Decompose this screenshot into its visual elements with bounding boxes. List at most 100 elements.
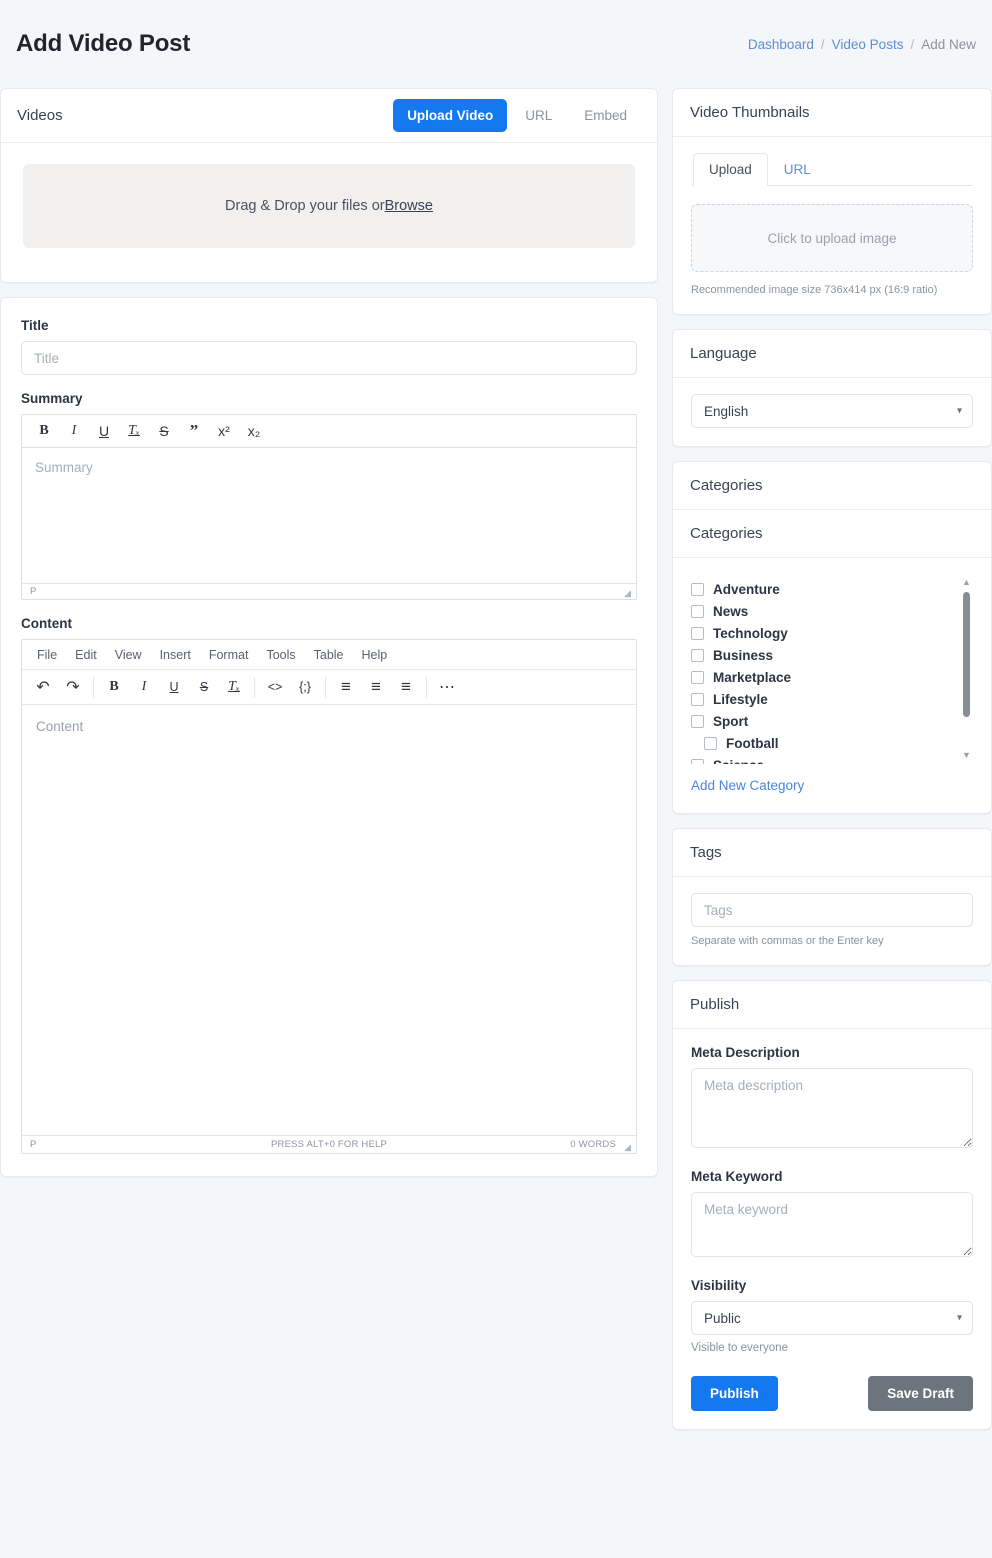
spacer	[691, 1153, 973, 1169]
underline-icon[interactable]: U	[90, 419, 118, 443]
tags-input[interactable]	[691, 893, 973, 927]
toolbar-separator	[325, 677, 326, 698]
publish-button[interactable]: Publish	[691, 1376, 778, 1411]
resize-handle-icon[interactable]: ◢	[624, 588, 634, 598]
content-input[interactable]: Content	[22, 705, 636, 1135]
scroll-down-icon[interactable]: ▼	[962, 751, 971, 760]
checkbox-icon[interactable]	[691, 605, 704, 618]
category-item-sport[interactable]: Sport	[691, 710, 973, 732]
category-item-adventure[interactable]: Adventure	[691, 578, 973, 600]
menu-insert[interactable]: Insert	[151, 645, 200, 665]
tab-thumbnail-upload[interactable]: Upload	[693, 153, 768, 186]
add-new-category-link[interactable]: Add New Category	[691, 778, 804, 793]
menu-view[interactable]: View	[106, 645, 151, 665]
language-select[interactable]: English	[691, 394, 973, 428]
publish-card: Publish Meta Description Meta Keyword Vi…	[672, 980, 992, 1430]
toolbar-separator	[93, 677, 94, 698]
title-label: Title	[21, 318, 637, 333]
remove-format-icon[interactable]: Tₓ	[120, 419, 148, 443]
undo-icon[interactable]: ↶	[28, 675, 58, 700]
more-options-icon[interactable]: ⋯	[432, 675, 462, 700]
meta-keyword-input[interactable]	[691, 1192, 973, 1257]
category-item-news[interactable]: News	[691, 600, 973, 622]
summary-editor-toolbar: B I U Tₓ S ” x² x₂	[22, 415, 636, 448]
category-item-technology[interactable]: Technology	[691, 622, 973, 644]
tab-thumbnail-url[interactable]: URL	[768, 153, 827, 186]
video-dropzone[interactable]: Drag & Drop your files or Browse	[23, 164, 635, 248]
checkbox-icon[interactable]	[691, 715, 704, 728]
checkbox-icon[interactable]	[691, 627, 704, 640]
visibility-select-wrapper: Public ▾	[691, 1301, 973, 1335]
thumbnail-source-tabs: Upload URL	[691, 153, 973, 186]
underline-icon[interactable]: U	[159, 675, 189, 700]
summary-input[interactable]: Summary	[22, 448, 636, 583]
align-center-icon[interactable]: ≡	[361, 675, 391, 700]
summary-editor: B I U Tₓ S ” x² x₂ Summary P ◢	[21, 414, 637, 600]
tab-upload-video[interactable]: Upload Video	[393, 99, 507, 132]
save-draft-button[interactable]: Save Draft	[868, 1376, 973, 1411]
menu-file[interactable]: File	[28, 645, 66, 665]
tags-body: Separate with commas or the Enter key	[673, 877, 991, 965]
menu-edit[interactable]: Edit	[66, 645, 106, 665]
resize-handle-icon[interactable]: ◢	[624, 1142, 634, 1152]
menu-table[interactable]: Table	[305, 645, 353, 665]
breadcrumb-separator: /	[821, 37, 825, 52]
summary-element-path: P	[30, 586, 36, 597]
content-help-hint: PRESS ALT+0 FOR HELP	[22, 1139, 636, 1150]
category-item-football[interactable]: Football	[691, 732, 973, 754]
checkbox-icon[interactable]	[691, 693, 704, 706]
checkbox-icon[interactable]	[691, 759, 704, 765]
category-item-lifestyle[interactable]: Lifestyle	[691, 688, 973, 710]
meta-description-input[interactable]	[691, 1068, 973, 1148]
category-item-marketplace[interactable]: Marketplace	[691, 666, 973, 688]
publish-title: Publish	[673, 981, 991, 1029]
category-item-business[interactable]: Business	[691, 644, 973, 666]
category-item-science[interactable]: Science	[691, 754, 973, 764]
breadcrumb-video-posts[interactable]: Video Posts	[832, 37, 904, 52]
remove-format-icon[interactable]: Tₓ	[219, 675, 249, 700]
category-label: Adventure	[713, 582, 780, 597]
align-left-icon[interactable]: ≡	[331, 675, 361, 700]
language-select-wrapper: English ▾	[691, 394, 973, 428]
bold-icon[interactable]: B	[99, 675, 129, 700]
browse-link[interactable]: Browse	[385, 198, 433, 214]
checkbox-icon[interactable]	[691, 649, 704, 662]
thumbnail-upload-dropzone[interactable]: Click to upload image	[691, 204, 973, 272]
align-right-icon[interactable]: ≡	[391, 675, 421, 700]
source-code-icon[interactable]: <>	[260, 675, 290, 700]
breadcrumb-dashboard[interactable]: Dashboard	[748, 37, 814, 52]
tab-video-url[interactable]: URL	[511, 99, 566, 132]
breadcrumb-separator: /	[910, 37, 914, 52]
scroll-up-icon[interactable]: ▲	[962, 578, 971, 587]
videos-title: Videos	[17, 107, 63, 124]
menu-tools[interactable]: Tools	[257, 645, 304, 665]
checkbox-icon[interactable]	[691, 671, 704, 684]
scrollbar-thumb[interactable]	[963, 592, 970, 717]
category-scrollbar[interactable]: ▲ ▼	[962, 578, 971, 760]
tab-video-embed[interactable]: Embed	[570, 99, 641, 132]
subscript-icon[interactable]: x₂	[240, 419, 268, 443]
content-editor-toolbar: ↶ ↷ B I U S Tₓ <> {;} ≡ ≡ ≡	[22, 670, 636, 705]
italic-icon[interactable]: I	[129, 675, 159, 700]
superscript-icon[interactable]: x²	[210, 419, 238, 443]
menu-format[interactable]: Format	[200, 645, 258, 665]
italic-icon[interactable]: I	[60, 419, 88, 443]
menu-help[interactable]: Help	[353, 645, 397, 665]
category-label: News	[713, 604, 748, 619]
code-sample-icon[interactable]: {;}	[290, 675, 320, 700]
bold-icon[interactable]: B	[30, 419, 58, 443]
strikethrough-icon[interactable]: S	[150, 419, 178, 443]
strikethrough-icon[interactable]: S	[189, 675, 219, 700]
videos-card-body: Drag & Drop your files or Browse	[1, 143, 657, 282]
language-title: Language	[673, 330, 991, 378]
category-list[interactable]: Adventure News Technology Business	[691, 574, 973, 764]
breadcrumb: Dashboard / Video Posts / Add New	[748, 37, 976, 52]
thumbnail-size-hint: Recommended image size 736x414 px (16:9 …	[691, 284, 973, 296]
blockquote-icon[interactable]: ”	[180, 419, 208, 443]
title-input[interactable]	[21, 341, 637, 375]
redo-icon[interactable]: ↷	[58, 675, 88, 700]
visibility-select[interactable]: Public	[691, 1301, 973, 1335]
checkbox-icon[interactable]	[691, 583, 704, 596]
content-statusbar: P PRESS ALT+0 FOR HELP 0 WORDS ◢	[22, 1135, 636, 1153]
checkbox-icon[interactable]	[704, 737, 717, 750]
